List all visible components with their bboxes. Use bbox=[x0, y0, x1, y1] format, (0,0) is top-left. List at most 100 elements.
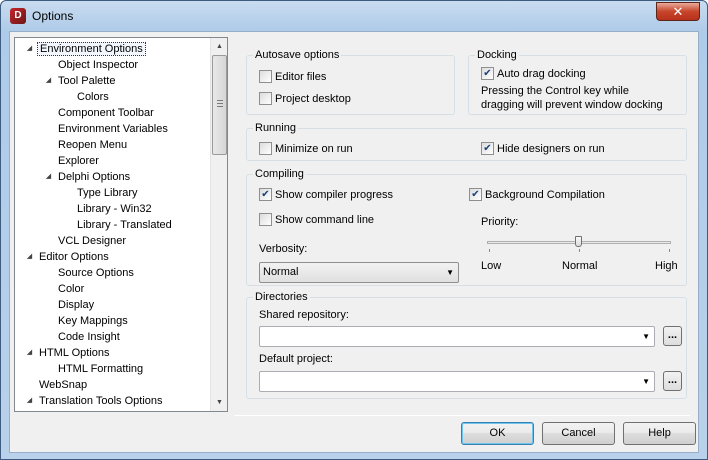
tree-item[interactable]: Colors bbox=[56, 409, 92, 411]
checkbox-box[interactable] bbox=[259, 212, 272, 226]
editor-files-checkbox[interactable]: Editor files bbox=[259, 69, 326, 85]
tree-item[interactable]: ◢ Environment Options bbox=[27, 41, 146, 57]
priority-low-label: Low bbox=[481, 260, 502, 272]
directories-group: Directories Shared repository: ▼ ... Def… bbox=[246, 291, 687, 399]
dialog-body: ◢ Environment Options Object Inspector ◢ Too… bbox=[9, 31, 699, 453]
tree-item[interactable]: Library - Translated bbox=[75, 217, 174, 233]
checkbox-box[interactable] bbox=[259, 91, 272, 105]
tree-expander-icon[interactable]: ◢ bbox=[25, 249, 34, 265]
checkbox-box[interactable] bbox=[481, 66, 494, 80]
tree-item[interactable]: ◢ Tool Palette bbox=[46, 73, 117, 89]
minimize-on-run-checkbox[interactable]: Minimize on run bbox=[259, 141, 353, 157]
tree-item-label: WebSnap bbox=[39, 379, 88, 391]
tree-item[interactable]: ◢ Delphi Options bbox=[46, 169, 132, 185]
tree-item-label: Environment Options bbox=[37, 42, 146, 56]
show-compiler-progress-checkbox[interactable]: Show compiler progress bbox=[259, 187, 393, 203]
tree-item[interactable]: VCL Designer bbox=[56, 233, 128, 249]
slider-tick bbox=[579, 249, 580, 252]
verbosity-label: Verbosity: bbox=[259, 243, 308, 255]
tree-item-label: HTML Options bbox=[39, 347, 110, 359]
tree-item[interactable]: Object Inspector bbox=[56, 57, 140, 73]
checkbox-box[interactable] bbox=[469, 187, 482, 201]
window-title: Options bbox=[32, 9, 74, 23]
tree-item[interactable]: WebSnap bbox=[37, 377, 89, 393]
verbosity-value: Normal bbox=[263, 266, 299, 278]
tree-item[interactable]: Component Toolbar bbox=[56, 105, 156, 121]
background-compilation-label: Background Compilation bbox=[485, 189, 605, 201]
slider-tick bbox=[669, 249, 670, 252]
tree-item-label: VCL Designer bbox=[58, 235, 127, 247]
cancel-button[interactable]: Cancel bbox=[542, 422, 615, 445]
options-tree[interactable]: ◢ Environment Options Object Inspector ◢ Too… bbox=[14, 37, 228, 412]
checkbox-box[interactable] bbox=[481, 141, 494, 155]
close-button[interactable]: ✕ bbox=[656, 2, 700, 21]
tree-item-label: Color bbox=[58, 283, 85, 295]
priority-slider-thumb[interactable] bbox=[575, 236, 582, 247]
tree-item-label: Code Insight bbox=[58, 331, 120, 343]
auto-drag-docking-label: Auto drag docking bbox=[497, 68, 586, 80]
tree-item[interactable]: Environment Variables bbox=[56, 121, 170, 137]
tree-item[interactable]: Explorer bbox=[56, 153, 101, 169]
shared-repository-combo[interactable]: ▼ bbox=[259, 326, 655, 347]
browse-shared-button[interactable]: ... bbox=[663, 326, 682, 346]
tree-expander-icon[interactable]: ◢ bbox=[44, 169, 53, 185]
tree-item[interactable]: HTML Formatting bbox=[56, 361, 145, 377]
tree-item[interactable]: Source Options bbox=[56, 265, 136, 281]
running-group: Running Minimize on run Hide designers o… bbox=[246, 122, 687, 161]
title-bar[interactable]: D Options ✕ bbox=[1, 1, 707, 31]
tree-item[interactable]: Display bbox=[56, 297, 96, 313]
tree-item-label: Type Library bbox=[77, 187, 138, 199]
docking-title: Docking bbox=[475, 49, 519, 61]
default-project-combo[interactable]: ▼ bbox=[259, 371, 655, 392]
priority-high-label: High bbox=[655, 260, 678, 272]
show-command-line-label: Show command line bbox=[275, 214, 375, 226]
autosave-title: Autosave options bbox=[253, 49, 342, 61]
shared-repository-label: Shared repository: bbox=[259, 309, 349, 321]
checkbox-box[interactable] bbox=[259, 187, 272, 201]
minimize-on-run-label: Minimize on run bbox=[275, 143, 353, 155]
show-command-line-checkbox[interactable]: Show command line bbox=[259, 212, 374, 228]
tree-item[interactable]: Key Mappings bbox=[56, 313, 130, 329]
ok-button[interactable]: OK bbox=[461, 422, 534, 445]
docking-group: Docking Auto drag docking Pressing the C… bbox=[468, 49, 687, 115]
checkbox-box[interactable] bbox=[259, 69, 272, 83]
help-button[interactable]: Help bbox=[623, 422, 696, 445]
tree-items: ◢ Environment Options Object Inspector ◢ Too… bbox=[15, 38, 210, 411]
tree-expander-icon[interactable]: ◢ bbox=[25, 393, 34, 409]
tree-item-label: Reopen Menu bbox=[58, 139, 128, 151]
tree-item[interactable]: Library - Win32 bbox=[75, 201, 154, 217]
scroll-up-arrow-icon[interactable]: ▲ bbox=[211, 38, 227, 55]
tree-item[interactable]: Reopen Menu bbox=[56, 137, 129, 153]
tree-expander-icon[interactable]: ◢ bbox=[25, 345, 34, 361]
tree-item[interactable]: Color bbox=[56, 281, 86, 297]
checkbox-box[interactable] bbox=[259, 141, 272, 155]
tree-item[interactable]: ◢ Editor Options bbox=[27, 249, 111, 265]
tree-item-label: Object Inspector bbox=[58, 59, 139, 71]
compiling-group: Compiling Show compiler progress Backgro… bbox=[246, 168, 687, 286]
tree-item-label: Translation Tools Options bbox=[39, 395, 163, 407]
hide-designers-checkbox[interactable]: Hide designers on run bbox=[481, 141, 605, 157]
scroll-down-arrow-icon[interactable]: ▼ bbox=[211, 394, 227, 411]
autosave-group: Autosave options Editor files Project de… bbox=[246, 49, 455, 115]
hide-designers-label: Hide designers on run bbox=[497, 143, 605, 155]
tree-expander-icon[interactable]: ◢ bbox=[44, 73, 53, 89]
background-compilation-checkbox[interactable]: Background Compilation bbox=[469, 187, 605, 203]
tree-item[interactable]: Type Library bbox=[75, 185, 140, 201]
verbosity-select[interactable]: Normal ▼ bbox=[259, 262, 459, 283]
tree-expander-icon[interactable]: ◢ bbox=[25, 41, 34, 57]
tree-item-label: Key Mappings bbox=[58, 315, 128, 327]
show-compiler-progress-label: Show compiler progress bbox=[275, 189, 393, 201]
project-desktop-checkbox[interactable]: Project desktop bbox=[259, 91, 351, 107]
tree-item[interactable]: ◢ HTML Options bbox=[27, 345, 112, 361]
tree-item[interactable]: ◢ Translation Tools Options bbox=[27, 393, 165, 409]
tree-item[interactable]: Colors bbox=[75, 89, 111, 105]
tree-scrollbar[interactable]: ▲ ▼ bbox=[210, 38, 227, 411]
separator bbox=[234, 415, 690, 416]
default-project-label: Default project: bbox=[259, 353, 333, 365]
auto-drag-docking-checkbox[interactable]: Auto drag docking bbox=[481, 66, 586, 82]
tree-item-label: Component Toolbar bbox=[58, 107, 154, 119]
browse-default-button[interactable]: ... bbox=[663, 371, 682, 391]
tree-item[interactable]: Code Insight bbox=[56, 329, 122, 345]
tree-item-label: Tool Palette bbox=[58, 75, 116, 87]
scrollbar-thumb[interactable] bbox=[212, 55, 227, 155]
